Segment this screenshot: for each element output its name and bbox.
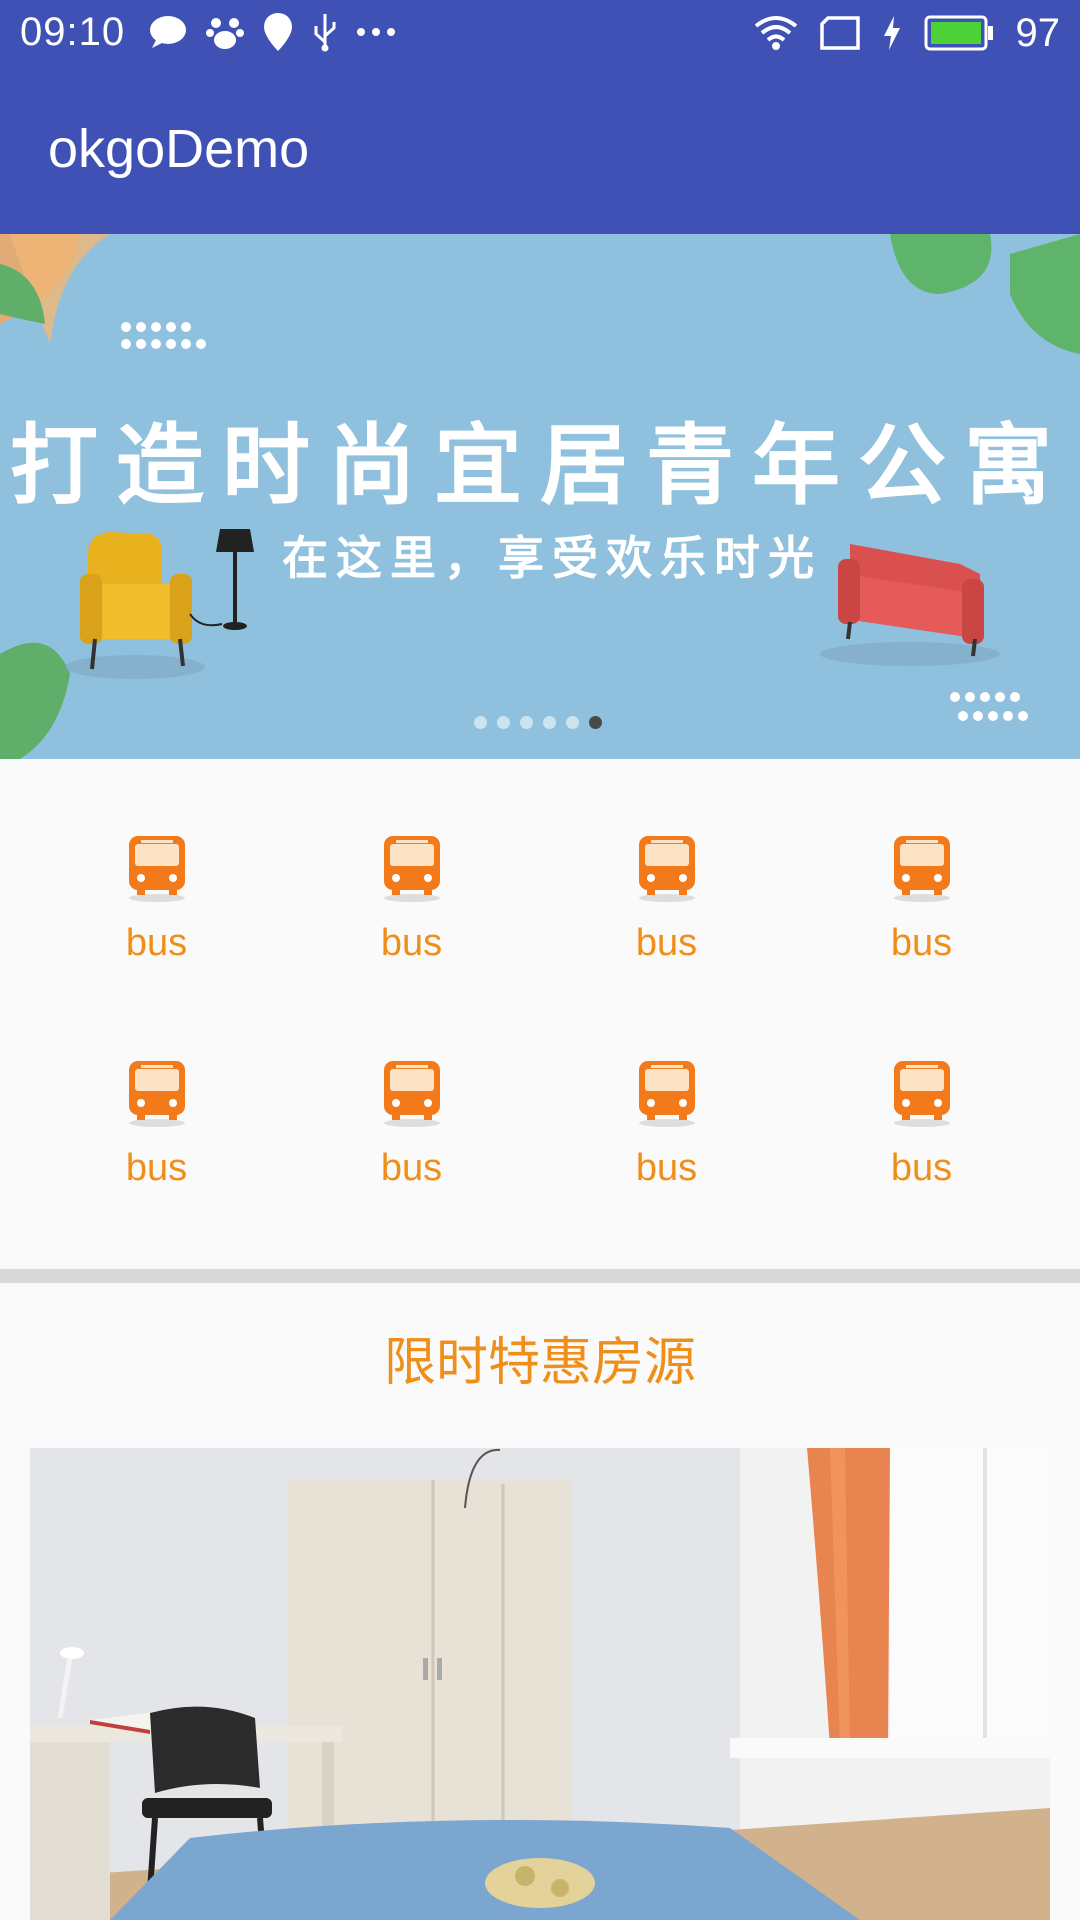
battery-icon bbox=[924, 15, 993, 51]
armchair-illustration bbox=[65, 532, 205, 679]
page-dot bbox=[497, 716, 510, 729]
grid-item-bus[interactable]: bus bbox=[284, 1059, 539, 1259]
grid-item-label: bus bbox=[125, 922, 188, 964]
grid-item-label: bus bbox=[635, 922, 698, 964]
status-time: 09:10 bbox=[20, 10, 126, 54]
banner-title: 打造时尚宜居青年公寓 bbox=[9, 414, 1070, 517]
bus-icon bbox=[384, 1061, 440, 1127]
page-dot-active bbox=[589, 716, 602, 729]
more-dots-icon bbox=[357, 28, 395, 36]
page-dot bbox=[543, 716, 556, 729]
grid-item-bus[interactable]: bus bbox=[539, 1059, 794, 1259]
grid-item-bus[interactable]: bus bbox=[284, 834, 539, 1034]
section-title: 限时特惠房源 bbox=[383, 1333, 696, 1393]
charging-icon bbox=[883, 16, 900, 50]
bus-icon bbox=[894, 836, 950, 902]
grid-item-label: bus bbox=[890, 1147, 953, 1189]
room-photo-illustration bbox=[30, 1448, 1050, 1920]
floor-lamp-illustration bbox=[189, 529, 254, 630]
page-dot bbox=[474, 716, 487, 729]
grid-item-label: bus bbox=[635, 1147, 698, 1189]
grid-item-bus[interactable]: bus bbox=[539, 834, 794, 1034]
grid-item-label: bus bbox=[380, 1147, 443, 1189]
app-bar: okgoDemo bbox=[0, 66, 1080, 234]
sim-icon bbox=[819, 16, 860, 50]
listing-photo[interactable] bbox=[30, 1448, 1050, 1920]
sofa-illustration bbox=[820, 544, 1000, 666]
du-location-icon bbox=[264, 13, 292, 51]
app-title: okgoDemo bbox=[48, 119, 310, 179]
grid-item-bus[interactable]: bus bbox=[29, 834, 284, 1034]
status-notification-icons bbox=[148, 10, 396, 54]
grid-item-bus[interactable]: bus bbox=[29, 1059, 284, 1259]
bus-icon bbox=[894, 1061, 950, 1127]
grid-item-label: bus bbox=[380, 922, 443, 964]
bus-icon bbox=[129, 836, 185, 902]
grid-item-label: bus bbox=[890, 922, 953, 964]
grid-item-bus[interactable]: bus bbox=[794, 1059, 1049, 1259]
chat-icon bbox=[150, 16, 186, 48]
bus-icon bbox=[384, 836, 440, 902]
category-grid: bus bus bus bus bus bus bus bus bbox=[0, 759, 1080, 1269]
usb-icon bbox=[314, 14, 336, 52]
grid-item-label: bus bbox=[125, 1147, 188, 1189]
grid-item-bus[interactable]: bus bbox=[794, 834, 1049, 1034]
bus-icon bbox=[639, 1061, 695, 1127]
page-dot bbox=[566, 716, 579, 729]
section-divider bbox=[0, 1269, 1080, 1283]
battery-level-text: 97 bbox=[1015, 10, 1061, 55]
banner-carousel[interactable]: 打造时尚宜居青年公寓 在这里，享受欢乐时光 bbox=[0, 234, 1080, 759]
banner-page-indicator bbox=[474, 716, 602, 729]
baidu-paw-icon bbox=[206, 18, 244, 49]
wifi-icon bbox=[754, 16, 797, 50]
bus-icon bbox=[639, 836, 695, 902]
status-bar: 09:10 97 bbox=[0, 0, 1080, 66]
status-system-icons: 97 bbox=[754, 10, 1061, 56]
bus-icon bbox=[129, 1061, 185, 1127]
page-dot bbox=[520, 716, 533, 729]
banner-subtitle: 在这里，享受欢乐时光 bbox=[282, 531, 822, 585]
